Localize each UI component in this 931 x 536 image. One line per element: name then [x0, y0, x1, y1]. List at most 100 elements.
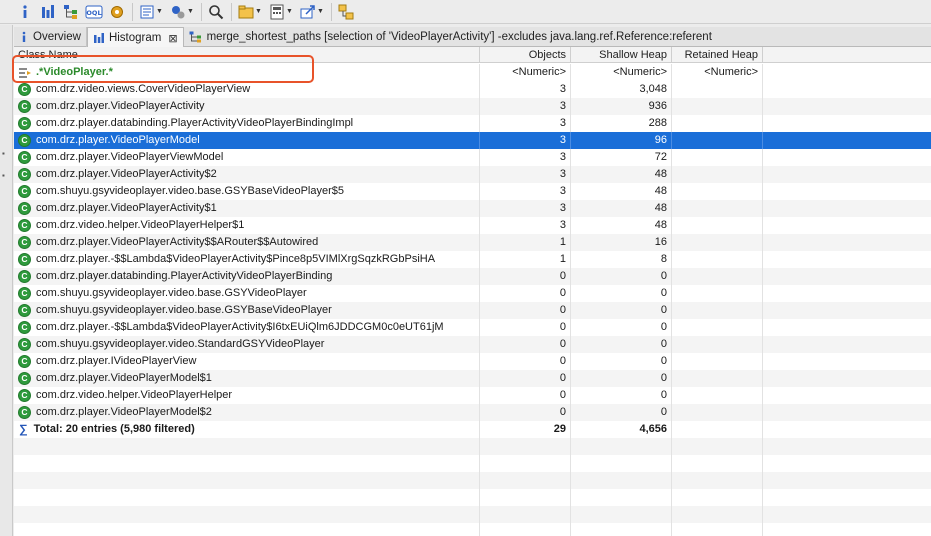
info-icon [19, 31, 29, 43]
column-header-retained-heap[interactable]: Retained Heap [672, 47, 763, 63]
search-icon[interactable] [205, 2, 227, 22]
shallow-heap-cell: 0 [571, 336, 672, 353]
objects-cell: 3 [480, 98, 571, 115]
table-row[interactable]: Ccom.shuyu.gsyvideoplayer.video.base.GSY… [14, 183, 931, 200]
tab-histogram[interactable]: Histogram ⊠ [86, 27, 184, 48]
retained-heap-cell [672, 115, 763, 132]
empty-row [14, 472, 931, 489]
total-objects: 29 [480, 421, 571, 438]
class-name-text: com.drz.player.-$$Lambda$VideoPlayerActi… [36, 321, 444, 333]
empty-row [14, 489, 931, 506]
tab-label: Histogram [108, 32, 162, 44]
shallow-heap-cell: 48 [571, 200, 672, 217]
heap-dump-overview-icon[interactable]: ▼ [167, 2, 197, 22]
histogram-icon[interactable] [37, 2, 59, 22]
empty-row [14, 506, 931, 523]
tab-label: Overview [33, 31, 81, 43]
table-row[interactable]: Ccom.drz.player.VideoPlayerActivity 3 936 [14, 98, 931, 115]
objects-cell: 3 [480, 183, 571, 200]
empty-cell [480, 523, 571, 536]
class-name-text: com.shuyu.gsyvideoplayer.video.base.GSYB… [36, 185, 344, 197]
shallow-heap-cell: 288 [571, 115, 672, 132]
class-name-text: com.drz.player.databinding.PlayerActivit… [36, 117, 354, 129]
class-name-cell: Ccom.drz.player.VideoPlayerActivity [14, 98, 480, 115]
table-row[interactable]: Ccom.drz.player.VideoPlayerActivity$1 3 48 [14, 200, 931, 217]
table-row[interactable]: Ccom.drz.player.VideoPlayerActivity$2 3 48 [14, 166, 931, 183]
empty-cell [14, 506, 480, 523]
class-name-cell: Ccom.shuyu.gsyvideoplayer.video.base.GSY… [14, 302, 480, 319]
class-icon: C [18, 321, 31, 334]
objects-filter[interactable]: <Numeric> [480, 64, 571, 81]
class-icon: C [18, 134, 31, 147]
class-icon: C [18, 372, 31, 385]
table-row[interactable]: Ccom.drz.player.IVideoPlayerView 0 0 [14, 353, 931, 370]
class-name-cell: Ccom.drz.player.VideoPlayerModel$2 [14, 404, 480, 421]
table-row[interactable]: Ccom.shuyu.gsyvideoplayer.video.base.GSY… [14, 285, 931, 302]
dominator-tree-icon[interactable] [60, 2, 82, 22]
table-row[interactable]: Ccom.shuyu.gsyvideoplayer.video.Standard… [14, 336, 931, 353]
retained-heap-filter[interactable]: <Numeric> [672, 64, 763, 81]
info-icon[interactable] [14, 2, 36, 22]
empty-cell [571, 523, 672, 536]
table-row[interactable]: Ccom.drz.player.-$$Lambda$VideoPlayerAct… [14, 251, 931, 268]
table-row[interactable]: Ccom.drz.video.helper.VideoPlayerHelper 0… [14, 387, 931, 404]
regex-filter-icon [18, 67, 32, 79]
table-row[interactable]: Ccom.drz.player.VideoPlayerModel$1 0 0 [14, 370, 931, 387]
retained-heap-cell [672, 183, 763, 200]
objects-cell: 3 [480, 166, 571, 183]
table-row[interactable]: Ccom.drz.player.VideoPlayerViewModel 3 72 [14, 149, 931, 166]
oql-icon[interactable]: OQL [83, 2, 105, 22]
close-icon[interactable]: ⊠ [168, 32, 177, 45]
table-row[interactable]: Ccom.drz.video.views.CoverVideoPlayerVie… [14, 81, 931, 98]
tab-merge-shortest-paths[interactable]: merge_shortest_paths [selection of 'Vide… [184, 27, 717, 47]
query-browser-icon[interactable]: ▼ [136, 2, 166, 22]
table-row[interactable]: Ccom.drz.player.databinding.PlayerActivi… [14, 268, 931, 285]
table-row[interactable]: Ccom.drz.video.helper.VideoPlayerHelper$… [14, 217, 931, 234]
column-header-shallow-heap[interactable]: Shallow Heap [571, 47, 672, 63]
shallow-heap-cell: 0 [571, 353, 672, 370]
class-name-filter[interactable]: .*VideoPlayer.* [14, 64, 480, 81]
shallow-heap-filter[interactable]: <Numeric> [571, 64, 672, 81]
class-name-text: com.drz.player.VideoPlayerActivity$2 [36, 168, 217, 180]
objects-cell: 0 [480, 387, 571, 404]
total-label-cell: ∑ Total: 20 entries (5,980 filtered) [14, 421, 480, 438]
class-name-text: com.drz.player.VideoPlayerModel$2 [36, 406, 212, 418]
shallow-heap-cell: 3,048 [571, 81, 672, 98]
left-panel-edge: ▪ ▪ [0, 25, 13, 536]
shallow-heap-cell: 0 [571, 285, 672, 302]
retained-heap-cell [672, 166, 763, 183]
empty-cell [14, 523, 480, 536]
empty-cell [672, 438, 763, 455]
table-row[interactable]: Ccom.drz.player.databinding.PlayerActivi… [14, 115, 931, 132]
total-retained-heap [672, 421, 763, 438]
empty-cell [672, 489, 763, 506]
class-name-cell: Ccom.drz.video.helper.VideoPlayerHelper [14, 387, 480, 404]
empty-cell [672, 523, 763, 536]
shallow-heap-cell: 48 [571, 166, 672, 183]
editor-tabs: Overview Histogram ⊠ merge_shortest_path… [14, 27, 931, 48]
column-header-objects[interactable]: Objects [480, 47, 571, 63]
empty-cell [480, 472, 571, 489]
shallow-heap-cell: 0 [571, 387, 672, 404]
export-icon[interactable]: ▼ [297, 2, 327, 22]
table-row[interactable]: Ccom.drz.player.VideoPlayerModel$2 0 0 [14, 404, 931, 421]
empty-cell [14, 489, 480, 506]
table-row[interactable]: Ccom.drz.player.VideoPlayerActivity$$ARo… [14, 234, 931, 251]
compare-icon[interactable] [335, 2, 357, 22]
table-row[interactable]: Ccom.shuyu.gsyvideoplayer.video.base.GSY… [14, 302, 931, 319]
class-name-cell: Ccom.drz.player.VideoPlayerViewModel [14, 149, 480, 166]
table-row[interactable]: Ccom.drz.player.-$$Lambda$VideoPlayerAct… [14, 319, 931, 336]
tab-overview[interactable]: Overview [14, 27, 87, 47]
shallow-heap-cell: 48 [571, 217, 672, 234]
retained-heap-cell [672, 404, 763, 421]
class-name-text: com.drz.player.VideoPlayerModel$1 [36, 372, 212, 384]
table-row[interactable]: Ccom.drz.player.VideoPlayerModel 3 96 [14, 132, 931, 149]
calculator-icon[interactable]: ▼ [266, 2, 296, 22]
group-by-icon[interactable]: ▼ [235, 2, 265, 22]
class-name-text: com.drz.video.views.CoverVideoPlayerView [36, 83, 251, 95]
column-header-class-name[interactable]: Class Name [14, 47, 480, 63]
objects-cell: 0 [480, 268, 571, 285]
class-icon: C [18, 355, 31, 368]
objects-cell: 3 [480, 149, 571, 166]
gear-cog-icon[interactable] [106, 2, 128, 22]
